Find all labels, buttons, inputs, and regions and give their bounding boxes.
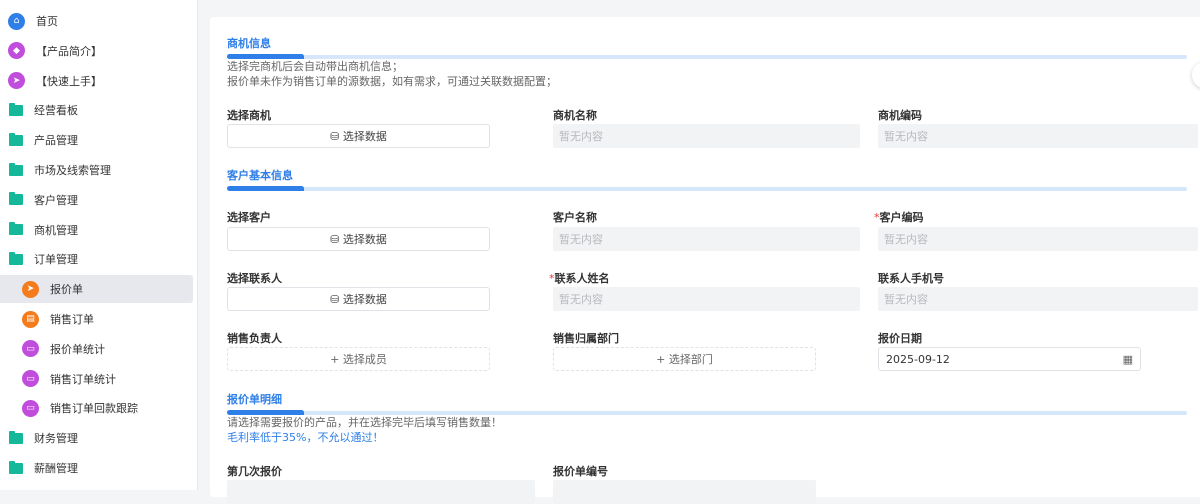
select-contact-button[interactable]: ⛁ 选择数据 (227, 287, 490, 311)
sidebar-item-label: 市场及线索管理 (34, 164, 111, 177)
field-label: 选择联系人 (227, 272, 282, 285)
section-note: 选择完商机后会自动带出商机信息； (227, 60, 403, 73)
sidebar-item[interactable]: 经营看板 (0, 96, 193, 124)
sidebar-item[interactable]: ▭ 销售订单回款跟踪 (0, 394, 193, 422)
field-label: 选择商机 (227, 109, 271, 122)
select-department-button[interactable]: + 选择部门 (553, 347, 816, 371)
opportunity-name-field: 暂无内容 (553, 124, 860, 148)
margin-warning: 毛利率低于35%，不允以通过！ (227, 431, 384, 444)
folder-icon (9, 132, 23, 146)
folder-icon (9, 222, 23, 236)
field-label: *联系人姓名 (549, 272, 610, 285)
sidebar-item[interactable]: 产品管理 (0, 126, 193, 154)
field-label: *客户编码 (874, 211, 924, 224)
sidebar-item-label: 【快速上手】 (36, 74, 102, 88)
sidebar-item-label: 销售订单统计 (50, 372, 116, 386)
sidebar-item-label: 【产品简介】 (36, 44, 102, 58)
field-label: 选择客户 (227, 211, 271, 224)
monitor-chart-icon: ▭ (22, 340, 39, 358)
sidebar-item-label: 产品管理 (34, 134, 78, 148)
quote-date-input[interactable]: 2025-09-12 ▦ (878, 347, 1141, 371)
section-title: 报价单明细 (227, 393, 282, 406)
sidebar-item[interactable]: 薪酬管理 (0, 454, 193, 482)
sidebar-item-label: 销售订单回款跟踪 (50, 402, 138, 416)
quote-number-field (553, 480, 816, 504)
field-label: 第几次报价 (227, 465, 282, 478)
contact-phone-field: 暂无内容 (878, 287, 1198, 311)
sidebar-item[interactable]: ▭ 报价单统计 (0, 335, 193, 363)
sidebar-item-label: 经营看板 (34, 104, 78, 118)
field-label: 商机名称 (553, 109, 597, 122)
section-title: 商机信息 (227, 37, 271, 50)
monitor-chart-icon: ▭ (22, 399, 39, 417)
section-opportunity: 商机信息 (227, 35, 1187, 59)
monitor-chart-icon: ▭ (22, 370, 39, 388)
sidebar-item-label: 报价单 (50, 283, 83, 297)
customer-name-field: 暂无内容 (553, 227, 860, 251)
send-icon: ➤ (22, 280, 39, 298)
field-label: 销售负责人 (227, 332, 282, 345)
sidebar-item[interactable]: ⌂ 首页 (0, 7, 193, 35)
opportunity-code-field: 暂无内容 (878, 124, 1198, 148)
database-icon: ⛁ (330, 232, 343, 246)
sidebar-item-label: 财务管理 (34, 432, 78, 446)
sidebar-item[interactable]: ▤ 销售订单 (0, 305, 193, 333)
sidebar-item[interactable]: ▭ 销售订单统计 (0, 365, 193, 393)
field-label: 销售归属部门 (553, 332, 619, 345)
home-icon: ⌂ (8, 12, 25, 30)
calendar-icon: ▦ (1122, 352, 1133, 366)
sidebar-item[interactable]: ➤ 报价单 (0, 275, 193, 304)
folder-open-icon (9, 251, 23, 265)
section-customer: 客户基本信息 (227, 167, 1187, 191)
section-note: 报价单未作为销售订单的源数据，如有需求，可通过关联数据配置； (227, 75, 557, 88)
tag-icon: ◆ (8, 42, 25, 60)
field-label: 客户名称 (553, 211, 597, 224)
customer-code-field: 暂无内容 (878, 227, 1198, 251)
section-divider (227, 186, 1187, 191)
sidebar-item[interactable]: 市场及线索管理 (0, 156, 193, 184)
sidebar-item-label: 报价单统计 (50, 342, 105, 356)
clipboard-icon: ▤ (22, 310, 39, 328)
sidebar-item[interactable]: 财务管理 (0, 424, 193, 452)
sidebar-item[interactable]: ◆ 【产品简介】 (0, 37, 193, 65)
section-title: 客户基本信息 (227, 169, 293, 182)
sidebar-item-label: 客户管理 (34, 193, 78, 207)
select-member-button[interactable]: + 选择成员 (227, 347, 490, 371)
sidebar: ⌂ 首页 ◆ 【产品简介】 ➤ 【快速上手】 经营看板产品管理市场及线索管理 客户管理商机管理… (0, 0, 198, 490)
section-quote-detail: 报价单明细 (227, 391, 1187, 415)
field-label: 联系人手机号 (878, 272, 944, 285)
folder-icon (9, 162, 23, 176)
sidebar-item-label: 商机管理 (34, 223, 78, 237)
database-icon: ⛁ (330, 129, 343, 143)
sidebar-item-label: 订单管理 (34, 253, 78, 267)
section-note: 请选择需要报价的产品，并在选择完毕后填写销售数量！ (227, 416, 502, 429)
field-label: 报价日期 (878, 332, 922, 345)
field-label: 报价单编号 (553, 465, 608, 478)
folder-icon (9, 430, 23, 444)
contact-name-field: 暂无内容 (553, 287, 860, 311)
database-icon: ⛁ (330, 292, 343, 306)
sidebar-item[interactable]: 商机管理 (0, 216, 193, 244)
folder-icon (9, 102, 23, 116)
send-icon: ➤ (8, 72, 25, 90)
sidebar-item-label: 销售订单 (50, 313, 94, 326)
select-opportunity-button[interactable]: ⛁ 选择数据 (227, 124, 490, 148)
sidebar-item-label: 首页 (36, 15, 58, 28)
folder-icon (9, 460, 23, 474)
field-label: 商机编码 (878, 109, 922, 122)
quote-round-field (227, 480, 535, 504)
select-customer-button[interactable]: ⛁ 选择数据 (227, 227, 490, 251)
quote-form: 商机信息 选择完商机后会自动带出商机信息； 报价单未作为销售订单的源数据，如有需… (210, 17, 1200, 504)
sidebar-item[interactable]: 订单管理 (0, 245, 193, 273)
folder-icon (9, 192, 23, 206)
sidebar-item-label: 薪酬管理 (34, 462, 78, 475)
sidebar-item[interactable]: ➤ 【快速上手】 (0, 67, 193, 95)
sidebar-item[interactable]: 客户管理 (0, 186, 193, 214)
